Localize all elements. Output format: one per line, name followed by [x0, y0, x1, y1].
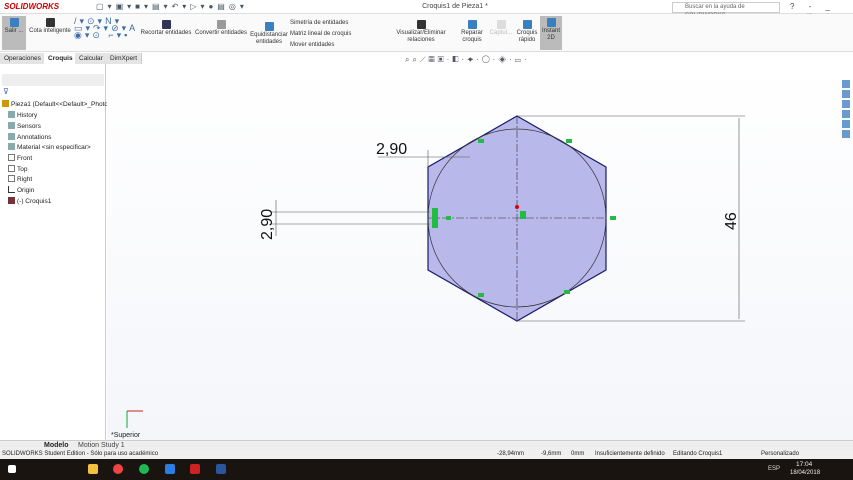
dimension-height: 46 — [723, 212, 740, 230]
language-indicator[interactable]: ESP — [768, 466, 780, 472]
z-coordinate: 0mm — [571, 451, 585, 457]
tab-modelo[interactable]: Modelo — [44, 442, 69, 449]
file-explorer-icon[interactable] — [88, 464, 98, 474]
clock-date[interactable]: 18/04/2018 — [790, 470, 820, 476]
sketch-state: Insuficientemente definido — [595, 451, 665, 457]
teamviewer-icon[interactable] — [165, 464, 175, 474]
y-coordinate: -9,6mm — [541, 451, 562, 457]
units-selector[interactable]: Personalizado — [761, 450, 799, 459]
dimension-top: 2,90 — [376, 141, 407, 158]
bottom-tabs: Modelo Motion Study 1 — [0, 440, 853, 450]
sketch-drawing[interactable]: 2,90 2,90 46 — [0, 0, 853, 440]
chrome-icon[interactable] — [113, 464, 123, 474]
start-icon[interactable] — [8, 465, 16, 473]
triad-icon — [126, 410, 143, 428]
editing-status: Editando Croquis1 — [673, 451, 723, 457]
task-pane-tabs[interactable] — [842, 78, 853, 148]
status-bar: SOLIDWORKS Student Edition - Sólo para u… — [0, 450, 853, 459]
windows-taskbar: ESP 17:04 18/04/2018 — [0, 459, 853, 480]
origin-point — [515, 205, 519, 209]
view-orientation-label: *Superior — [111, 432, 141, 439]
edition-text: SOLIDWORKS Student Edition - Sólo para u… — [2, 451, 159, 457]
x-coordinate: -28,94mm — [497, 451, 525, 457]
word-icon[interactable] — [216, 464, 226, 474]
tab-motion-study-1[interactable]: Motion Study 1 — [78, 442, 125, 449]
dimension-left: 2,90 — [259, 209, 276, 240]
clock-time[interactable]: 17:04 — [796, 461, 812, 468]
solidworks-taskbar-icon[interactable] — [190, 464, 200, 474]
spotify-icon[interactable] — [139, 464, 149, 474]
